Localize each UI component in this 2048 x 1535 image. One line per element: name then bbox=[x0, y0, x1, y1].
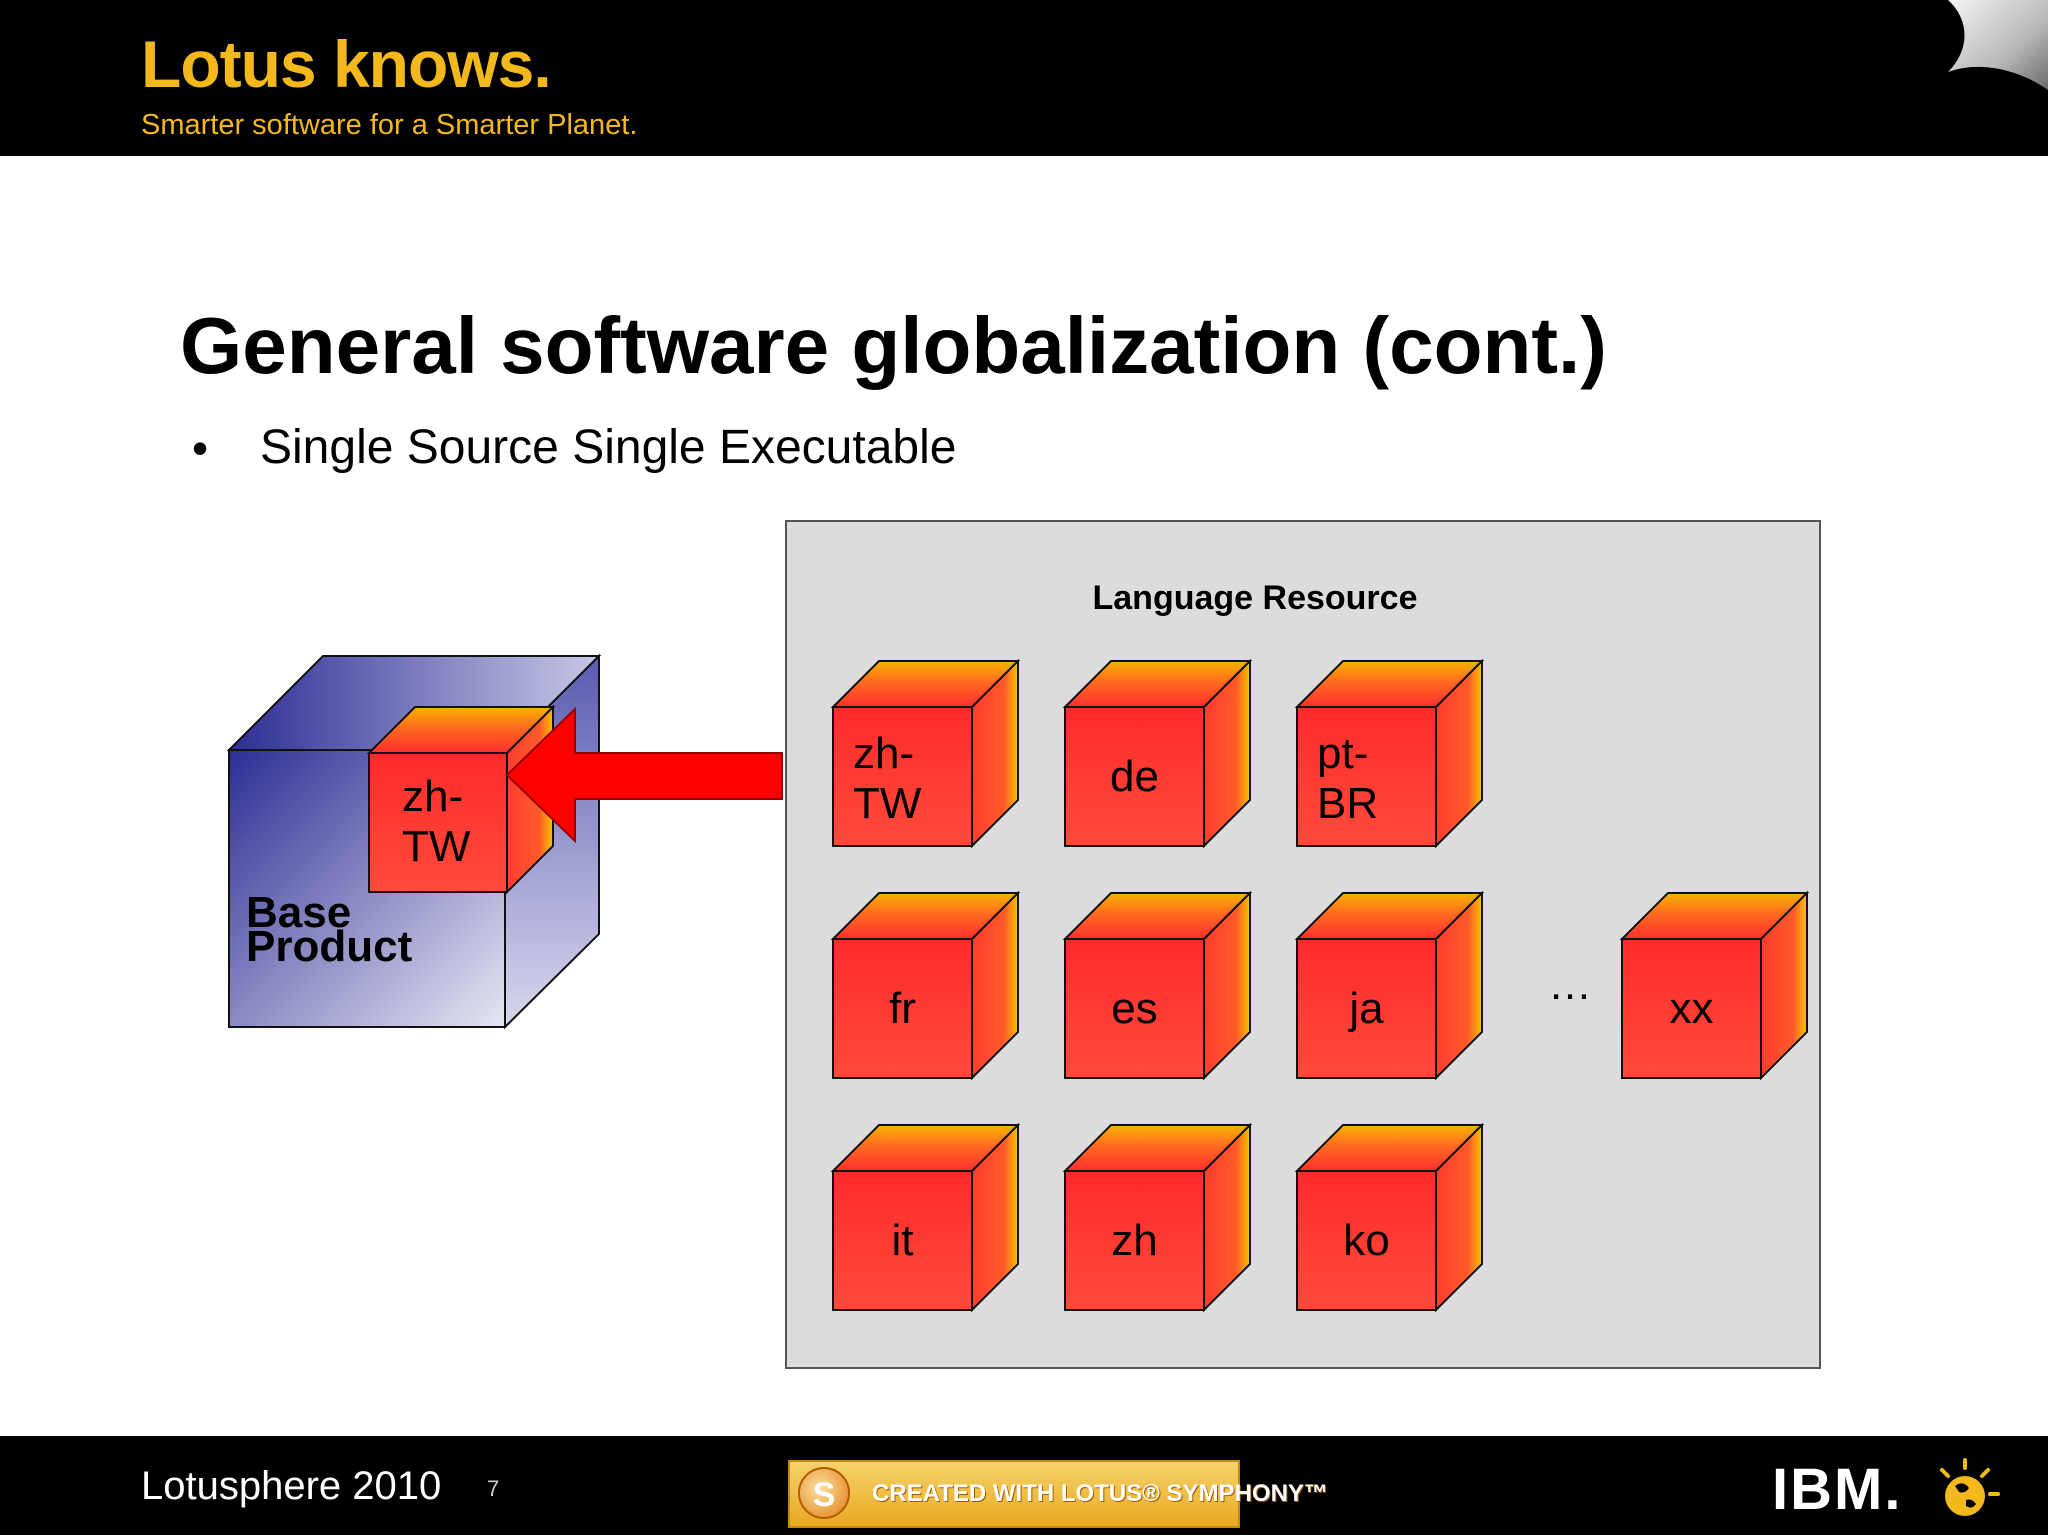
language-cube-label: de bbox=[1110, 752, 1159, 801]
symphony-logo-icon: S bbox=[798, 1467, 850, 1519]
language-cube-label: es bbox=[1111, 984, 1158, 1033]
language-cube-label: xx bbox=[1669, 984, 1714, 1033]
base-cube-label: zh- TW bbox=[402, 772, 471, 871]
language-cube-label: zh- TW bbox=[853, 729, 922, 828]
language-cube-label: pt- BR bbox=[1317, 729, 1379, 828]
language-resource-label: Language Resource bbox=[1092, 579, 1418, 617]
event-name: Lotusphere 2010 bbox=[141, 1464, 442, 1508]
page-number: 7 bbox=[487, 1476, 500, 1501]
smarter-planet-globe-icon bbox=[1940, 1458, 2000, 1516]
language-cube-label: fr bbox=[889, 984, 916, 1033]
created-with-symphony-badge: S CREATED WITH LOTUS® SYMPHONY™ bbox=[788, 1460, 1328, 1528]
ibm-logo: IBM. bbox=[1772, 1457, 1903, 1522]
slide-footer: Lotusphere 2010 7 S CREATED WITH LOTUS® … bbox=[0, 1436, 2048, 1535]
symphony-badge-text: CREATED WITH LOTUS® SYMPHONY™ bbox=[872, 1480, 1328, 1507]
globalization-diagram bbox=[226, 520, 1821, 1369]
language-cube-label: ja bbox=[1349, 984, 1384, 1033]
language-cube-label: zh bbox=[1111, 1216, 1158, 1265]
more-languages-ellipsis: … bbox=[1548, 960, 1592, 1009]
language-cube-label: ko bbox=[1343, 1216, 1390, 1265]
base-product-label: Base Product bbox=[246, 888, 413, 971]
language-cube-label: it bbox=[891, 1216, 914, 1265]
